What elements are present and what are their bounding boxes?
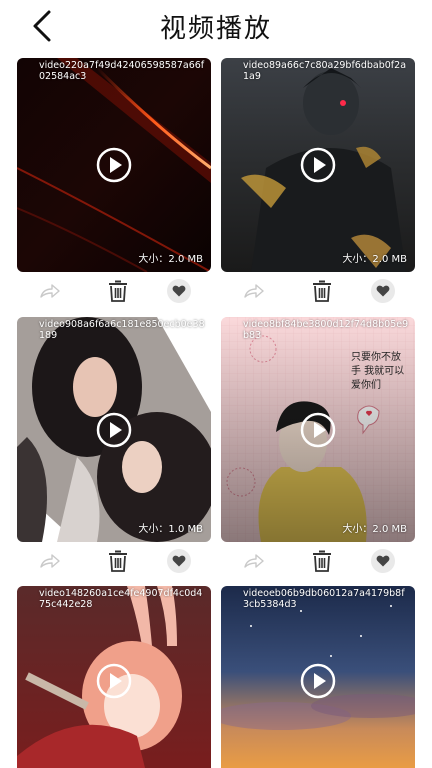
heart-icon: [376, 285, 390, 297]
video-card[interactable]: video89a66c7c80a29bf6dbab0f2a1a9 大小：2.0 …: [221, 58, 415, 272]
heart-icon: [172, 555, 186, 567]
play-icon[interactable]: [300, 663, 336, 699]
like-button[interactable]: [164, 276, 194, 306]
file-size: 大小：1.0 MB: [138, 524, 203, 535]
delete-button[interactable]: [307, 546, 337, 576]
trash-icon: [109, 280, 127, 302]
play-icon[interactable]: [96, 663, 132, 699]
like-circle: [371, 279, 395, 303]
like-circle: [371, 549, 395, 573]
video-card[interactable]: videoeb06b9db06012a7a4179b8f3cb5384d3: [221, 586, 415, 768]
heart-icon: [172, 285, 186, 297]
video-filename: video908a6f6a6c181e850ecb0e38189: [39, 319, 205, 341]
video-filename: videoeb06b9db06012a7a4179b8f3cb5384d3: [243, 588, 405, 610]
share-arrow-icon: [40, 554, 60, 568]
play-icon[interactable]: [300, 147, 336, 183]
play-icon[interactable]: [96, 147, 132, 183]
video-filename: video89a66c7c80a29bf6dbab0f2a1a9: [243, 60, 407, 82]
video-filename: video8bf84be3800d12f74d8b05e9b83: [243, 319, 409, 341]
trash-icon: [109, 550, 127, 572]
delete-button[interactable]: [103, 276, 133, 306]
video-card[interactable]: video148260a1ce4fe4907df4c0d475c442e28: [17, 586, 211, 768]
video-card[interactable]: video908a6f6a6c181e850ecb0e38189 大小：1.0 …: [17, 317, 211, 542]
video-filename: video220a7f49d42406598587a66f02584ac3: [39, 60, 205, 82]
video-actions: [17, 276, 211, 306]
heart-icon: [376, 555, 390, 567]
play-icon[interactable]: [96, 412, 132, 448]
share-arrow-icon: [40, 284, 60, 298]
trash-icon: [313, 280, 331, 302]
video-actions: [221, 546, 415, 576]
file-size: 大小：2.0 MB: [138, 254, 203, 265]
share-button[interactable]: [35, 276, 65, 306]
video-actions: [221, 276, 415, 306]
file-size: 大小：2.0 MB: [342, 524, 407, 535]
share-button[interactable]: [35, 546, 65, 576]
share-button[interactable]: [239, 546, 269, 576]
video-actions: [17, 546, 211, 576]
like-button[interactable]: [368, 276, 398, 306]
share-arrow-icon: [244, 284, 264, 298]
video-player-screen: 视频播放 video220a7f49d42406598587a66f02584a…: [0, 0, 432, 768]
like-button[interactable]: [164, 546, 194, 576]
video-card[interactable]: video8bf84be3800d12f74d8b05e9b83 只要你不放手 …: [221, 317, 415, 542]
like-circle: [167, 279, 191, 303]
header: 视频播放: [0, 0, 432, 56]
love-caption: 只要你不放手 我就可以 爱你们: [351, 352, 405, 391]
page-title: 视频播放: [159, 14, 272, 44]
like-circle: [167, 549, 191, 573]
share-arrow-icon: [244, 554, 264, 568]
play-icon[interactable]: [300, 412, 336, 448]
trash-icon: [313, 550, 331, 572]
video-filename: video148260a1ce4fe4907df4c0d475c442e28: [39, 588, 203, 610]
delete-button[interactable]: [307, 276, 337, 306]
share-button[interactable]: [239, 276, 269, 306]
delete-button[interactable]: [103, 546, 133, 576]
like-button[interactable]: [368, 546, 398, 576]
file-size: 大小：2.0 MB: [342, 254, 407, 265]
video-card[interactable]: video220a7f49d42406598587a66f02584ac3 大小…: [17, 58, 211, 272]
